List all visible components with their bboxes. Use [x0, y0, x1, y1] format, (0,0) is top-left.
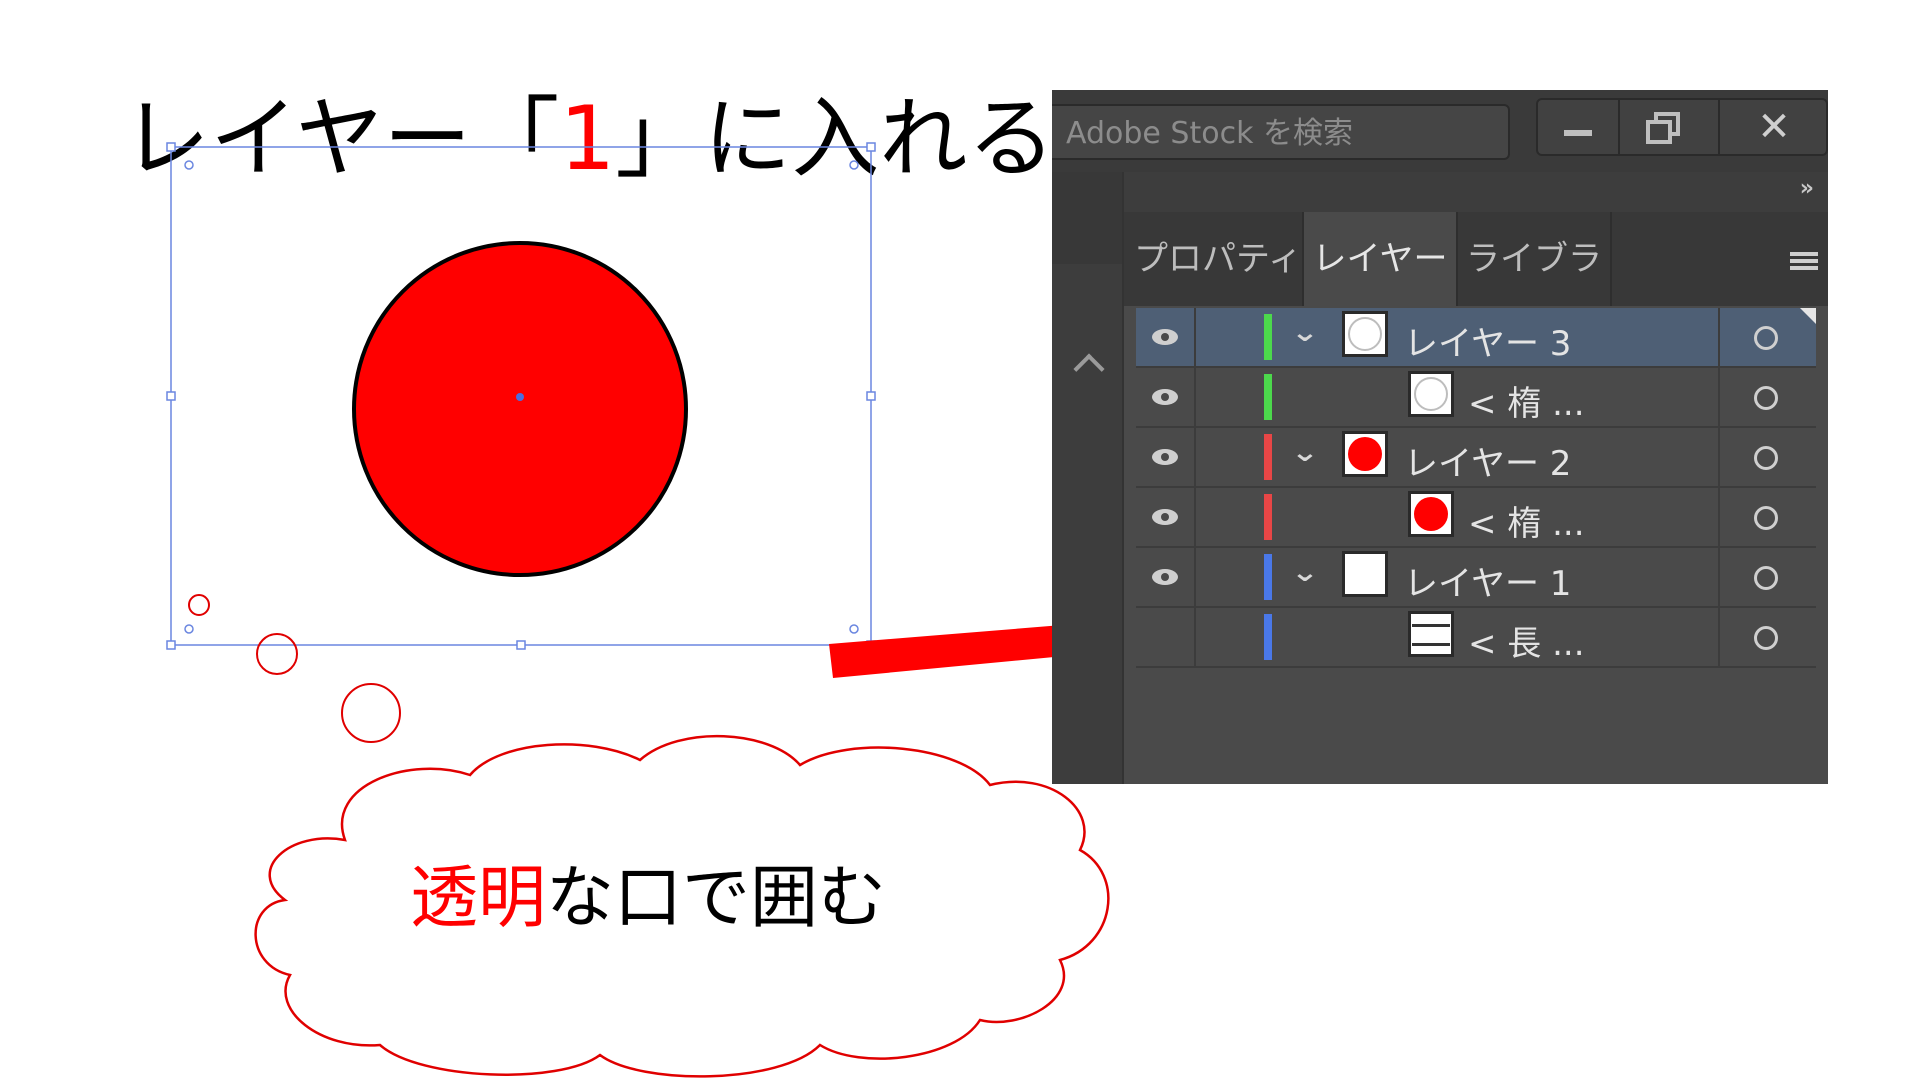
target-circle-icon[interactable]	[1754, 566, 1778, 590]
layer-color-bar	[1264, 374, 1272, 420]
collapse-panel-icon[interactable]: »	[1800, 176, 1814, 201]
object-name[interactable]: < 楕 ...	[1468, 376, 1585, 425]
cloud-highlight: 透明	[410, 859, 547, 938]
visibility-eye-icon[interactable]	[1150, 442, 1180, 472]
scroll-up-icon[interactable]	[1073, 353, 1105, 385]
close-icon[interactable]: ✕	[1718, 100, 1828, 154]
object-name[interactable]: < 長 ...	[1468, 616, 1585, 665]
target-circle-icon[interactable]	[1754, 386, 1778, 410]
panel-menu-icon[interactable]	[1790, 252, 1818, 256]
layer-row-rectangle-1[interactable]: < 長 ...	[1136, 608, 1816, 668]
panel-topbar: Adobe Stock を検索 ✕	[1052, 90, 1828, 172]
center-point	[516, 393, 524, 401]
layer-thumbnail	[1342, 551, 1388, 597]
object-thumbnail	[1408, 611, 1454, 657]
layer-row-ellipse-2[interactable]: < 楕 ...	[1136, 488, 1816, 548]
layer-color-bar	[1264, 314, 1272, 360]
bubble-dot-small	[188, 594, 210, 616]
target-circle-icon[interactable]	[1754, 626, 1778, 650]
chevron-down-icon[interactable]: ⌄	[1291, 438, 1319, 468]
object-thumbnail	[1408, 371, 1454, 417]
layer-row-1[interactable]: ⌄ レイヤー 1	[1136, 548, 1816, 608]
target-circle-icon[interactable]	[1754, 446, 1778, 470]
chevron-down-icon[interactable]: ⌄	[1291, 558, 1319, 588]
visibility-eye-icon[interactable]	[1150, 322, 1180, 352]
layer-color-bar	[1264, 434, 1272, 480]
selection-corner-icon	[1800, 308, 1816, 324]
layers-panel: Adobe Stock を検索 ✕ » プロパティ レイヤー ライブラリ ⌄ レ…	[1052, 90, 1828, 784]
minimize-icon[interactable]	[1538, 100, 1618, 154]
visibility-eye-icon[interactable]	[1150, 502, 1180, 532]
bubble-dot-large	[341, 683, 401, 743]
cloud-caption: 透明な口で囲む	[410, 865, 886, 933]
layer-name[interactable]: レイヤー 2	[1404, 436, 1571, 485]
panel-left-strip	[1052, 172, 1124, 784]
tab-layers[interactable]: レイヤー	[1304, 212, 1456, 306]
layer-row-3[interactable]: ⌄ レイヤー 3	[1136, 308, 1816, 368]
target-circle-icon[interactable]	[1754, 506, 1778, 530]
visibility-eye-icon[interactable]	[1150, 382, 1180, 412]
layers-list: ⌄ レイヤー 3 < 楕 ... ⌄ レイヤー 2 < 楕 ... ⌄ レイヤー…	[1136, 308, 1816, 668]
restore-icon[interactable]	[1618, 100, 1700, 154]
target-circle-icon[interactable]	[1754, 326, 1778, 350]
object-name[interactable]: < 楕 ...	[1468, 496, 1585, 545]
object-thumbnail	[1408, 491, 1454, 537]
panel-tabs: プロパティ レイヤー ライブラリ	[1124, 212, 1828, 373]
cloud-rest: な口で囲む	[546, 859, 887, 938]
layer-name[interactable]: レイヤー 1	[1404, 556, 1571, 605]
layer-color-bar	[1264, 554, 1272, 600]
red-circle-shape[interactable]	[352, 241, 688, 577]
visibility-eye-icon[interactable]	[1150, 562, 1180, 592]
layer-thumbnail	[1342, 431, 1388, 477]
layer-row-ellipse-3[interactable]: < 楕 ...	[1136, 368, 1816, 428]
layer-row-2[interactable]: ⌄ レイヤー 2	[1136, 428, 1816, 488]
layer-thumbnail	[1342, 311, 1388, 357]
bubble-dot-medium	[256, 633, 298, 675]
layer-color-bar	[1264, 494, 1272, 540]
panel-collapse-bar: »	[1124, 172, 1828, 212]
chevron-down-icon[interactable]: ⌄	[1291, 318, 1319, 348]
tab-properties[interactable]: プロパティ	[1134, 212, 1304, 306]
layer-name[interactable]: レイヤー 3	[1404, 316, 1571, 365]
stock-search-input[interactable]: Adobe Stock を検索	[1052, 104, 1510, 160]
window-controls: ✕	[1536, 98, 1828, 156]
tab-libraries[interactable]: ライブラリ	[1456, 212, 1612, 373]
layer-color-bar	[1264, 614, 1272, 660]
